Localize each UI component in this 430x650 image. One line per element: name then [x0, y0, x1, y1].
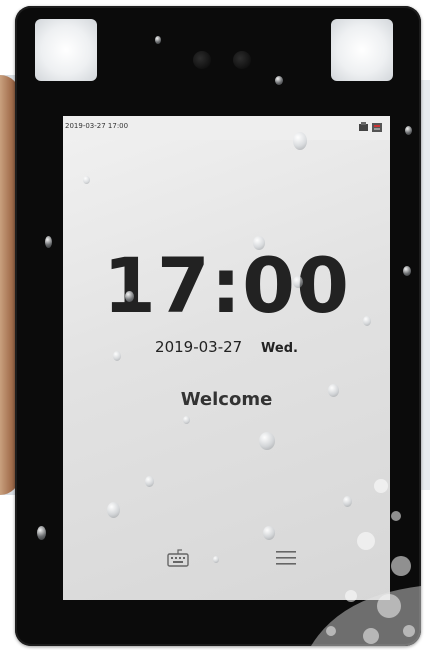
water-drop [403, 266, 411, 276]
keyboard-icon[interactable] [166, 548, 190, 568]
water-drop [37, 526, 46, 540]
water-drop [113, 351, 121, 361]
camera-lens-left [193, 51, 211, 69]
usb-icon [359, 122, 368, 131]
infrared-light-left [35, 19, 97, 81]
water-drop [155, 36, 161, 44]
water-splash [311, 479, 421, 646]
camera-lens-right [233, 51, 251, 69]
water-drop [293, 276, 303, 288]
water-drop [213, 556, 219, 563]
water-drop [253, 236, 265, 250]
weekday-text: Wed. [261, 341, 298, 356]
water-drop [45, 236, 52, 248]
water-drop [183, 416, 190, 424]
water-drop [275, 76, 283, 85]
date-text: 2019-03-27 [155, 338, 243, 356]
status-datetime: 2019-03-27 17:00 [65, 122, 129, 130]
water-drop [363, 316, 371, 326]
water-drop [83, 176, 90, 184]
network-icon [372, 123, 382, 132]
date-line: 2019-03-27 Wed. [63, 338, 390, 356]
access-control-device: 2019-03-27 17:00 17:00 2019-03-27 Wed. W… [15, 6, 421, 646]
water-drop [125, 291, 134, 302]
water-drop [405, 126, 412, 135]
water-drop [107, 502, 120, 518]
water-drop [293, 132, 307, 150]
status-bar: 2019-03-27 17:00 [63, 116, 390, 140]
status-icons [359, 122, 382, 132]
water-drop [328, 384, 339, 397]
water-drop [145, 476, 154, 487]
infrared-light-right [331, 19, 393, 81]
clock-time: 17:00 [103, 241, 350, 330]
welcome-message: Welcome [180, 389, 273, 410]
